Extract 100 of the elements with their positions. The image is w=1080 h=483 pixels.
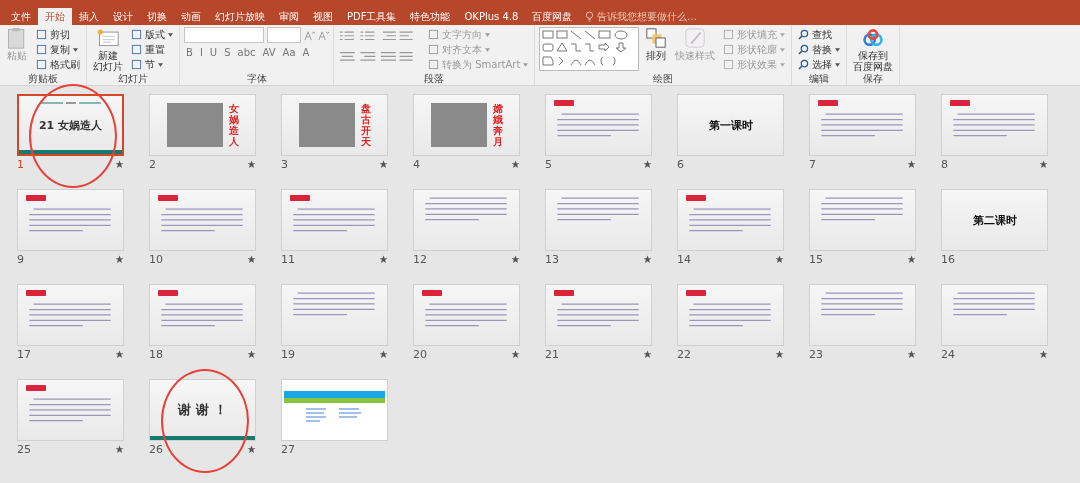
ribbon-tool-button[interactable]: 节: [129, 57, 175, 72]
tool-icon: [428, 44, 439, 55]
font-name-field[interactable]: [184, 27, 264, 43]
format-button[interactable]: I: [197, 47, 205, 58]
slide-number: 23: [809, 347, 823, 361]
ribbon-tab[interactable]: 设计: [106, 8, 140, 25]
ribbon-tab[interactable]: 审阅: [272, 8, 306, 25]
ribbon-tool-button[interactable]: 格式刷: [34, 57, 82, 72]
tool-icon: [798, 29, 810, 40]
slide-number: 12: [413, 252, 427, 266]
new-slide-button[interactable]: 新建 幻灯片: [91, 27, 125, 72]
group-label: 段落: [423, 73, 446, 85]
slide-thumbnail[interactable]: 21 女娲造人: [17, 94, 124, 156]
slide-number: 7: [809, 157, 816, 171]
ribbon-tab[interactable]: 文件: [4, 8, 38, 25]
tool-icon: [798, 59, 810, 70]
slide-number: 5: [545, 157, 552, 171]
tool-icon: [36, 59, 47, 70]
ribbon-tab[interactable]: 视图: [306, 8, 340, 25]
cloud-icon: [862, 27, 885, 49]
ribbon-tab[interactable]: PDF工具集: [340, 8, 404, 25]
slide-thumbnail[interactable]: [941, 94, 1048, 156]
format-button[interactable]: AV: [260, 47, 278, 58]
ribbon-tab[interactable]: 幻灯片放映: [208, 8, 272, 25]
slide-number: 17: [17, 347, 31, 361]
ribbon-tool-button[interactable]: 复制: [34, 42, 82, 57]
ribbon-tab[interactable]: 插入: [72, 8, 106, 25]
slide-thumbnail[interactable]: 盘古开天: [281, 94, 388, 156]
slide-number: 2: [149, 157, 156, 171]
format-button[interactable]: A: [300, 47, 312, 58]
slide-number: 22: [677, 347, 691, 361]
slide-title: 盘古开天: [360, 103, 371, 147]
slide-thumbnail[interactable]: [17, 189, 124, 251]
slide-thumbnail[interactable]: 第一课时: [677, 94, 784, 156]
font-size-field[interactable]: [267, 27, 301, 43]
slide-number: 25: [17, 442, 31, 456]
tool-icon: [723, 29, 735, 40]
slide-number: 3: [281, 157, 288, 171]
slide-thumbnail[interactable]: 谢 谢 ！: [149, 379, 256, 441]
button-label: 保存到: [858, 50, 889, 61]
ribbon-tool-button[interactable]: 选择: [796, 57, 843, 72]
slide-thumbnail[interactable]: [149, 189, 256, 251]
button-label: 幻灯片: [93, 61, 123, 72]
slide-thumbnail[interactable]: [281, 189, 388, 251]
ribbon-tool-button[interactable]: 替换: [796, 42, 843, 57]
format-button[interactable]: Aa: [280, 47, 298, 58]
new-slide-icon: [97, 27, 119, 49]
slide-thumbnail[interactable]: [281, 379, 388, 441]
shapes-gallery-drawing[interactable]: [539, 27, 640, 71]
ribbon-tool-button[interactable]: 重置: [129, 42, 175, 57]
slide-thumbnail[interactable]: [17, 379, 124, 441]
ribbon-tab[interactable]: 特色功能: [403, 8, 458, 25]
slide-thumbnail[interactable]: [17, 284, 124, 346]
slide-thumbnail[interactable]: [545, 284, 652, 346]
slide-number: 10: [149, 252, 163, 266]
ribbon-tab[interactable]: 动画: [174, 8, 208, 25]
slide-title: 嫦娥奔月: [492, 103, 503, 147]
group-label: 绘图: [652, 73, 675, 85]
tell-me-search[interactable]: 告诉我您想要做什么...: [585, 8, 738, 25]
slide-thumbnail[interactable]: [677, 189, 784, 251]
slide-thumbnail[interactable]: [677, 284, 784, 346]
ribbon-tool-button[interactable]: 版式: [129, 27, 175, 42]
arrange-button[interactable]: 排列: [643, 27, 670, 61]
slide-number: 26: [149, 442, 163, 456]
ribbon-tab[interactable]: 开始: [38, 8, 72, 25]
format-button[interactable]: B: [184, 47, 195, 58]
tool-icon: [428, 29, 439, 40]
save-to-cloud-button[interactable]: 保存到 百度网盘: [851, 27, 896, 72]
slide-thumbnail[interactable]: [809, 189, 916, 251]
ribbon-tool-button[interactable]: 剪切: [34, 27, 82, 42]
slide-title: 第一课时: [708, 117, 753, 133]
ribbon-tab[interactable]: 切换: [140, 8, 174, 25]
slide-thumbnail[interactable]: [413, 189, 520, 251]
ribbon-tool-button[interactable]: 查找: [796, 27, 843, 42]
slide-number: 8: [941, 157, 948, 171]
slide-number: 14: [677, 252, 691, 266]
group-label: 保存: [862, 73, 885, 85]
slide-thumbnail[interactable]: [809, 94, 916, 156]
slide-thumbnail[interactable]: 嫦娥奔月: [413, 94, 520, 156]
slide-thumbnail[interactable]: 第二课时: [941, 189, 1048, 251]
slide-title: 第二课时: [972, 212, 1017, 228]
format-button[interactable]: S: [222, 47, 233, 58]
slide-thumbnail[interactable]: [281, 284, 388, 346]
format-button[interactable]: abc: [235, 47, 258, 58]
arrange-icon: [645, 27, 668, 49]
slide-number: 1: [17, 157, 24, 171]
slide-thumbnail[interactable]: [413, 284, 520, 346]
slide-thumbnail[interactable]: [545, 189, 652, 251]
ribbon-tab[interactable]: OKPlus 4.8: [457, 8, 526, 25]
slide-thumbnail[interactable]: [941, 284, 1048, 346]
slide-thumbnail[interactable]: 女娲造人: [149, 94, 256, 156]
slide-number: 24: [941, 347, 955, 361]
slide-number: 20: [413, 347, 427, 361]
slide-thumbnail[interactable]: [545, 94, 652, 156]
ribbon-tab[interactable]: 百度网盘: [525, 8, 580, 25]
slide-thumbnail[interactable]: [149, 284, 256, 346]
group-label: 字体: [245, 73, 268, 85]
format-button[interactable]: U: [207, 47, 220, 58]
tool-icon: [428, 59, 439, 70]
slide-thumbnail[interactable]: [809, 284, 916, 346]
